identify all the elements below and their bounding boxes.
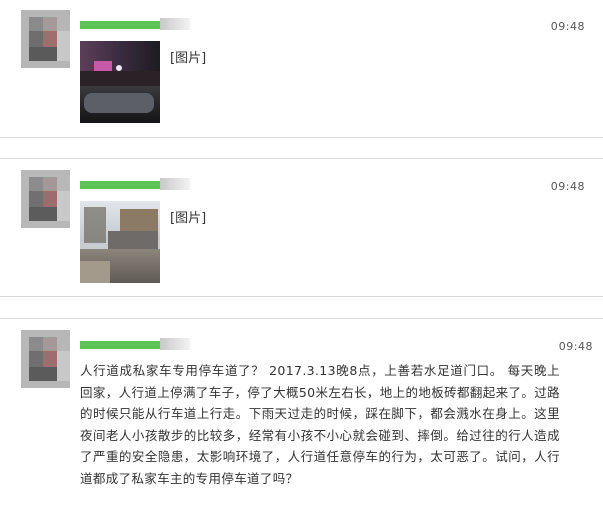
message-text: 人行道成私家车专用停车道了？ 2017.3.13晚8点，上善若水足道门口。 每天… <box>80 363 560 486</box>
avatar[interactable] <box>21 10 70 68</box>
image-label: [图片] <box>170 211 207 226</box>
sender-name-redacted <box>80 21 160 29</box>
sender-name-blur <box>160 338 190 350</box>
image-thumbnail[interactable] <box>80 201 160 283</box>
avatar[interactable] <box>21 170 70 228</box>
message-time: 09:48 <box>550 180 585 193</box>
message-time: 09:48 <box>558 340 593 353</box>
sender-name-redacted <box>80 341 160 349</box>
avatar[interactable] <box>21 330 70 388</box>
sender-name-redacted <box>80 181 160 189</box>
sender-name-blur <box>160 18 190 30</box>
divider <box>0 137 603 138</box>
divider <box>0 158 603 159</box>
message-time: 09:48 <box>550 20 585 33</box>
divider <box>0 318 603 319</box>
divider <box>0 296 603 297</box>
sender-name-blur <box>160 178 190 190</box>
image-thumbnail[interactable] <box>80 41 160 123</box>
image-label: [图片] <box>170 51 207 66</box>
